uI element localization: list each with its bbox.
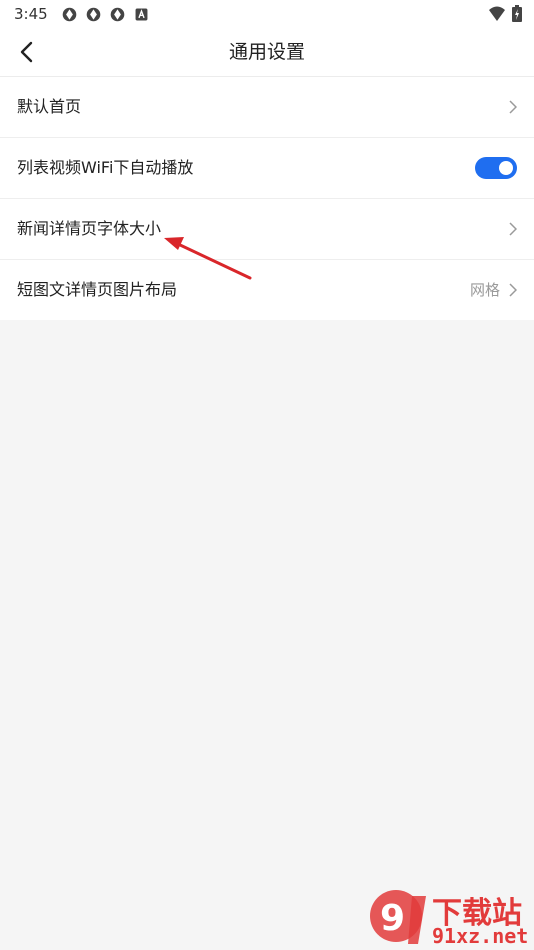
setting-label: 默认首页 bbox=[17, 97, 82, 116]
app-notification-icon bbox=[86, 7, 101, 21]
annotation-arrow-icon bbox=[164, 237, 252, 280]
setting-default-homepage[interactable]: 默认首页 bbox=[0, 77, 534, 138]
chevron-right-icon bbox=[509, 100, 517, 114]
status-right bbox=[488, 5, 522, 22]
chevron-right-icon bbox=[509, 222, 517, 236]
title-bar: 通用设置 bbox=[0, 28, 534, 77]
setting-value: 网格 bbox=[469, 281, 500, 299]
toggle-knob bbox=[499, 161, 513, 175]
keyboard-notification-icon bbox=[135, 8, 148, 20]
setting-image-layout[interactable]: 短图文详情页图片布局 网格 bbox=[0, 260, 534, 320]
setting-news-font-size[interactable]: 新闻详情页字体大小 bbox=[0, 199, 534, 260]
app-notification-icon bbox=[62, 7, 77, 21]
setting-label: 短图文详情页图片布局 bbox=[17, 280, 178, 299]
page-title: 通用设置 bbox=[228, 41, 305, 63]
status-time: 3:45 bbox=[14, 5, 48, 23]
setting-label: 新闻详情页字体大小 bbox=[17, 219, 162, 238]
watermark-url: 91xz.net bbox=[432, 924, 529, 948]
autoplay-toggle[interactable] bbox=[475, 157, 517, 179]
setting-autoplay-wifi: 列表视频WiFi下自动播放 bbox=[0, 138, 534, 199]
svg-text:9: 9 bbox=[380, 898, 405, 939]
setting-label: 列表视频WiFi下自动播放 bbox=[17, 158, 194, 177]
status-bar: 3:45 bbox=[0, 0, 534, 28]
wifi-icon bbox=[489, 6, 505, 21]
chevron-right-icon bbox=[509, 283, 517, 297]
app-notification-icon bbox=[110, 7, 125, 21]
settings-list: 默认首页 列表视频WiFi下自动播放 新闻详情页字体大小 短图文详情页图片布局 … bbox=[0, 77, 534, 320]
battery-icon bbox=[512, 5, 522, 22]
